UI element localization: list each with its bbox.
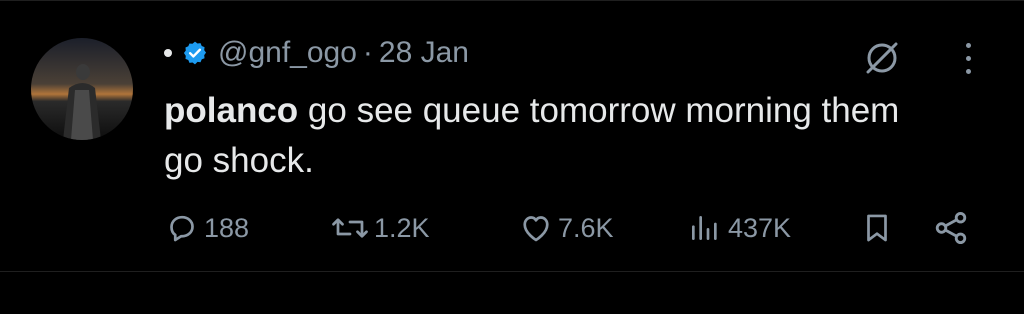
- views-icon: [688, 210, 720, 246]
- bookmark-button[interactable]: [860, 209, 894, 247]
- share-icon: [932, 209, 970, 247]
- views-button[interactable]: 437K: [688, 210, 791, 246]
- tweet-header-actions: [860, 36, 971, 80]
- share-button[interactable]: [932, 209, 970, 247]
- more-options-icon[interactable]: [966, 42, 971, 74]
- avatar[interactable]: [31, 38, 133, 140]
- reply-icon: [164, 210, 200, 246]
- heart-icon: [518, 210, 554, 246]
- tweet-text: polanco go see queue tomorrow morning th…: [164, 86, 924, 186]
- top-divider: [0, 0, 1024, 1]
- reply-button[interactable]: 188: [164, 210, 249, 246]
- author-handle[interactable]: @gnf_ogo: [218, 36, 357, 70]
- action-bar: 188 1.2K 7.6K 437K: [164, 204, 984, 252]
- repost-icon: [330, 210, 370, 246]
- grok-icon[interactable]: [860, 36, 904, 80]
- reply-count: 188: [204, 212, 250, 243]
- repost-button[interactable]: 1.2K: [330, 210, 430, 246]
- header-separator: ·: [362, 36, 373, 69]
- bottom-divider: [0, 271, 1024, 272]
- tweet-header: @gnf_ogo · 28 Jan: [164, 30, 469, 76]
- repost-count: 1.2K: [374, 212, 430, 243]
- like-count: 7.6K: [558, 212, 614, 243]
- mention-link[interactable]: polanco: [164, 91, 298, 130]
- bookmark-icon: [860, 209, 894, 247]
- status-dot: [164, 49, 172, 57]
- tweet-date[interactable]: 28 Jan: [379, 36, 469, 70]
- views-count: 437K: [728, 212, 792, 243]
- verified-badge-icon: [182, 40, 208, 66]
- like-button[interactable]: 7.6K: [518, 210, 614, 246]
